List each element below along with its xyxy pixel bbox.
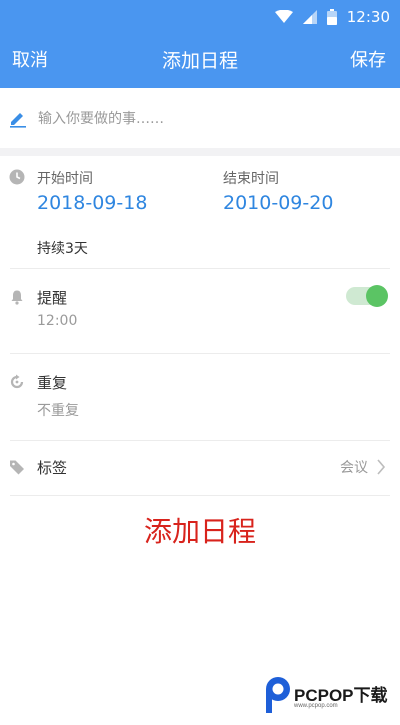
end-time-label: 结束时间 — [223, 171, 279, 187]
start-time-label: 开始时间 — [37, 171, 93, 187]
tag-icon — [10, 460, 24, 475]
tag-label: 标签 — [37, 459, 68, 477]
repeat-label: 重复 — [37, 374, 68, 392]
chevron-right-icon — [377, 459, 386, 475]
pcpop-logo-icon — [266, 677, 290, 713]
reminder-row[interactable]: 提醒 12:00 — [0, 269, 400, 353]
watermark-sub: www.pcpop.com — [294, 703, 338, 709]
page-title: 添加日程 — [161, 50, 238, 72]
clock-icon — [9, 169, 25, 185]
reminder-label: 提醒 — [37, 289, 68, 307]
battery-icon — [326, 9, 337, 25]
reminder-time: 12:00 — [37, 313, 78, 329]
toggle-knob — [366, 285, 388, 307]
signal-icon — [302, 10, 317, 24]
overlay-caption: 添加日程 — [143, 515, 256, 548]
tag-row[interactable]: 标签 会议 — [0, 441, 400, 495]
task-input[interactable] — [36, 102, 380, 136]
status-icons: 12:30 — [274, 6, 390, 28]
status-time: 12:30 — [346, 8, 390, 26]
pcpop-watermark: PCPOP下载 www.pcpop.com — [264, 673, 392, 719]
end-date-picker[interactable]: 2010-09-20 — [223, 192, 333, 214]
task-input-row — [0, 88, 400, 156]
repeat-value: 不重复 — [37, 403, 79, 419]
repeat-row[interactable]: 重复 不重复 — [0, 354, 400, 440]
save-button[interactable]: 保存 — [350, 48, 386, 74]
pencil-icon — [10, 113, 26, 128]
reminder-toggle[interactable] — [346, 285, 388, 307]
divider — [10, 495, 390, 496]
start-date-picker[interactable]: 2018-09-18 — [37, 192, 147, 214]
duration-text: 持续3天 — [37, 241, 88, 257]
bell-icon — [11, 290, 23, 305]
repeat-icon — [10, 374, 24, 389]
title-bar: 取消 添加日程 保存 — [0, 34, 400, 88]
status-bar: 12:30 — [0, 0, 400, 34]
tag-value: 会议 — [340, 460, 368, 476]
wifi-icon — [274, 10, 293, 23]
app-root: 12:30 取消 添加日程 保存 开始时间 结束时间 2018-09-18 20… — [0, 0, 400, 725]
date-section: 开始时间 结束时间 2018-09-18 2010-09-20 持续3天 — [0, 156, 400, 268]
